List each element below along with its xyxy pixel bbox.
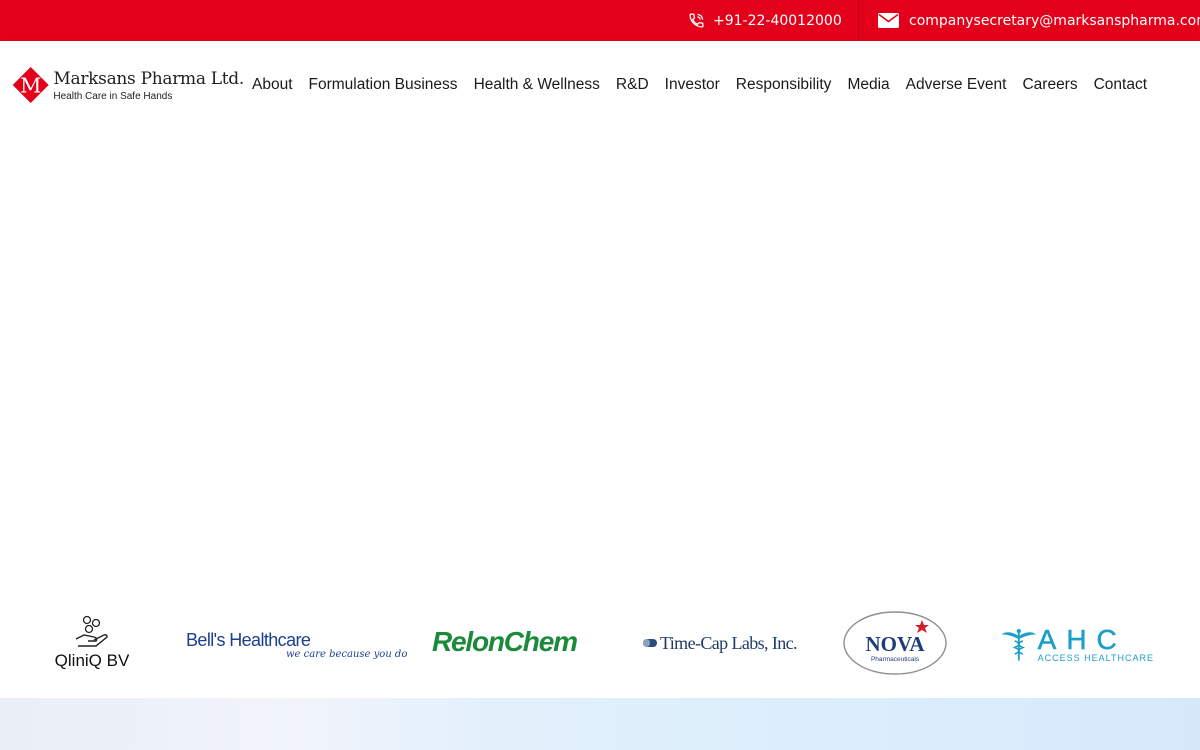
partner-ahc-sub: ACCESS HEALTHCARE (1037, 653, 1154, 663)
envelope-icon (878, 13, 899, 28)
nav-rd[interactable]: R&D (616, 76, 649, 94)
main-nav: About Formulation Business Health & Well… (252, 75, 1147, 95)
partner-qliniq[interactable]: QliniQ BV (44, 612, 140, 674)
partner-timecap-label: Time-Cap Labs, Inc. (660, 632, 798, 653)
nav-careers[interactable]: Careers (1022, 76, 1077, 94)
main-header: M Marksans Pharma Ltd. Health Care in Sa… (0, 41, 1200, 130)
brand-name: Marksans Pharma Ltd. (53, 68, 244, 89)
partner-bells-healthcare[interactable]: Bell's Healthcare we care because you do (186, 622, 407, 668)
partner-relonchem-label: RelonChem (432, 626, 578, 657)
phone-contact[interactable]: +91-22-40012000 (688, 0, 842, 41)
svg-text:NOVA: NOVA (865, 632, 925, 656)
nav-adverse-event[interactable]: Adverse Event (906, 76, 1007, 94)
nav-responsibility[interactable]: Responsibility (736, 76, 832, 94)
phone-icon (689, 13, 704, 28)
partner-access-healthcare[interactable]: AHC ACCESS HEALTHCARE (1000, 622, 1154, 668)
partner-nova-pharmaceuticals[interactable]: NOVA Pharmaceuticals (842, 610, 948, 676)
phone-link[interactable]: +91-22-40012000 (713, 13, 842, 29)
nova-logo: NOVA Pharmaceuticals (843, 611, 947, 675)
nav-formulation-business[interactable]: Formulation Business (309, 76, 458, 94)
partner-logos-strip: QliniQ BV Bell's Healthcare we care beca… (0, 600, 1200, 698)
nav-media[interactable]: Media (847, 76, 889, 94)
nav-contact[interactable]: Contact (1094, 76, 1147, 94)
partner-timecap-labs[interactable]: Time-Cap Labs, Inc. (642, 626, 798, 660)
svg-text:Pharmaceuticals: Pharmaceuticals (871, 656, 920, 663)
nav-about[interactable]: About (252, 76, 293, 94)
top-contact-bar: +91-22-40012000 companysecretary@marksan… (0, 0, 1200, 41)
partner-ahc-label: AHC (1037, 624, 1127, 655)
section-background-band (0, 698, 1200, 750)
marksans-logo-mark: M (12, 67, 49, 103)
partner-qliniq-label: QliniQ BV (54, 651, 130, 670)
hero-area (0, 130, 1200, 600)
email-link[interactable]: companysecretary@marksanspharma.com (909, 13, 1200, 29)
svg-text:M: M (20, 74, 41, 98)
brand-tagline: Health Care in Safe Hands (53, 90, 173, 102)
brand-logo[interactable]: M Marksans Pharma Ltd. Health Care in Sa… (12, 57, 244, 113)
partner-bells-label: Bell's Healthcare (186, 630, 311, 650)
partner-relonchem[interactable]: RelonChem (432, 624, 592, 660)
topbar-divider (858, 0, 859, 41)
capsule-icon (643, 639, 657, 647)
nav-investor[interactable]: Investor (665, 76, 720, 94)
email-contact[interactable]: companysecretary@marksanspharma.com (878, 0, 1200, 41)
hand-coins-icon (75, 615, 108, 647)
partner-bells-tagline: we care because you do (286, 649, 408, 660)
nav-health-wellness[interactable]: Health & Wellness (474, 76, 600, 94)
caduceus-icon (1001, 629, 1037, 661)
